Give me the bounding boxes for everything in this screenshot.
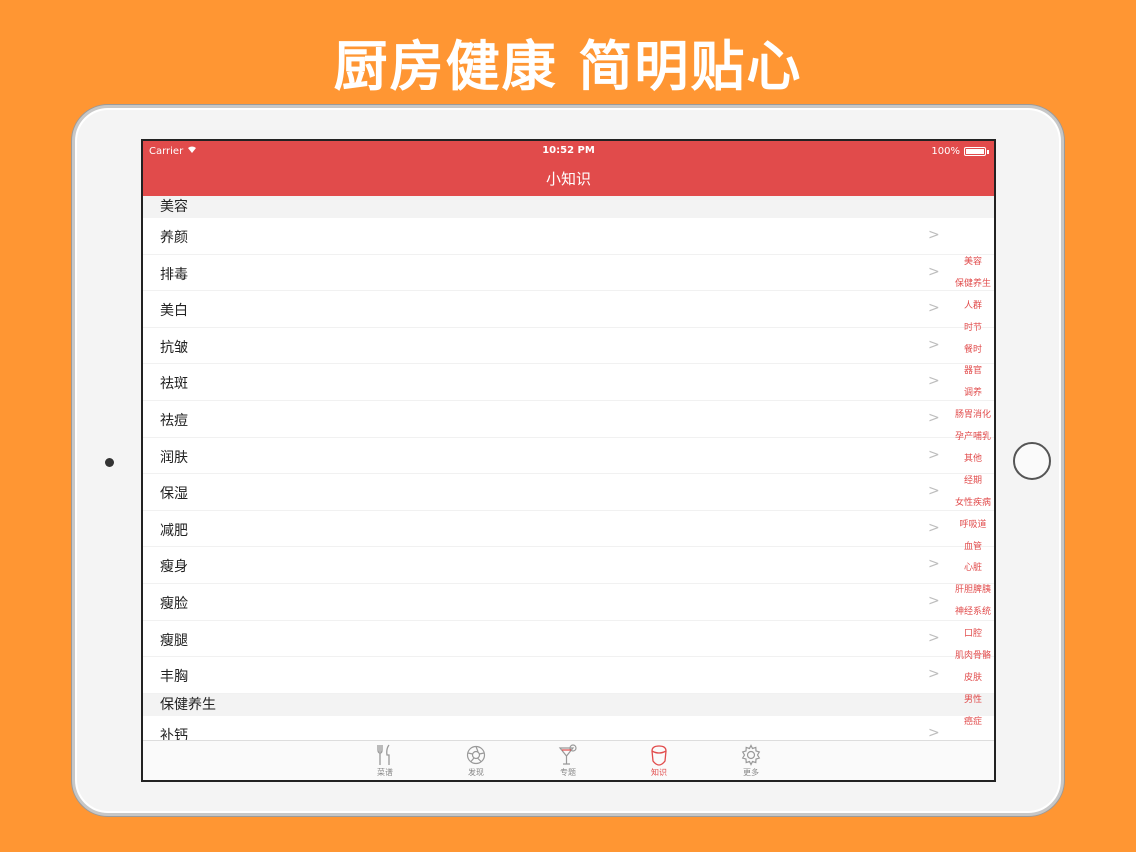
battery-percent: 100% <box>931 146 960 157</box>
chevron-right-icon: > <box>928 556 940 573</box>
index-item[interactable]: 血管 <box>951 537 994 559</box>
chevron-right-icon: > <box>928 592 940 609</box>
list-item-label: 补钙 <box>160 727 188 740</box>
list-item[interactable]: 祛斑 > <box>143 364 994 401</box>
tab-label: 更多 <box>743 768 759 777</box>
list-item-label: 瘦脸 <box>160 595 188 612</box>
fork-knife-icon <box>355 743 415 767</box>
battery-tip <box>987 150 989 154</box>
tab-label: 菜谱 <box>377 768 393 777</box>
chevron-right-icon: > <box>928 409 940 426</box>
list-item[interactable]: 美白 > <box>143 291 994 328</box>
index-item[interactable]: 心脏 <box>951 558 994 580</box>
index-item[interactable]: 呼吸道 <box>951 515 994 537</box>
index-item[interactable]: 女性疾病 <box>951 493 994 515</box>
chevron-right-icon: > <box>928 519 940 536</box>
list-item[interactable]: 瘦脸 > <box>143 584 994 621</box>
index-item[interactable]: 孕产哺乳 <box>951 427 994 449</box>
chevron-right-icon: > <box>928 373 940 390</box>
list-item-label: 祛痘 <box>160 412 188 429</box>
list-item[interactable]: 养颜 > <box>143 218 994 255</box>
chevron-right-icon: > <box>928 300 940 317</box>
list-item-label: 瘦身 <box>160 559 188 576</box>
index-item[interactable]: 经期 <box>951 471 994 493</box>
list-item[interactable]: 补钙 > <box>143 716 994 740</box>
tab-bar: 菜谱 发现 专题 知识 更多 <box>143 740 994 780</box>
app-screen: Carrier 10:52 PM 100% 小知识 美容 养颜 > 排毒 > 美白 >… <box>141 139 996 782</box>
index-item[interactable]: 肠胃消化 <box>951 405 994 427</box>
list-item-label: 抗皱 <box>160 339 188 356</box>
list-item-label: 瘦腿 <box>160 632 188 649</box>
list-item[interactable]: 保湿 > <box>143 474 994 511</box>
cocktail-icon <box>538 743 598 767</box>
index-item[interactable]: 肝胆脾胰 <box>951 580 994 602</box>
chevron-right-icon: > <box>928 724 940 740</box>
index-item[interactable]: 餐时 <box>951 340 994 362</box>
knowledge-list[interactable]: 美容 养颜 > 排毒 > 美白 > 抗皱 > 祛斑 > 祛痘 > 润肤 > 保湿 > 减肥 > 瘦… <box>143 196 994 740</box>
battery-icon <box>964 147 986 156</box>
chevron-right-icon: > <box>928 263 940 280</box>
index-item[interactable]: 肌肉骨骼 <box>951 646 994 668</box>
list-item-label: 排毒 <box>160 266 188 283</box>
tab-label: 发现 <box>468 768 484 777</box>
home-button[interactable] <box>1013 442 1051 480</box>
tab-topics[interactable]: 专题 <box>538 743 598 778</box>
tab-label: 专题 <box>560 768 576 777</box>
list-item[interactable]: 瘦腿 > <box>143 621 994 658</box>
tab-knowledge[interactable]: 知识 <box>629 743 689 778</box>
index-item[interactable]: 调养 <box>951 383 994 405</box>
chevron-right-icon: > <box>928 227 940 243</box>
index-item[interactable]: 器官 <box>951 361 994 383</box>
tab-more[interactable]: 更多 <box>721 743 781 778</box>
index-item[interactable]: 其他 <box>951 449 994 471</box>
aperture-icon <box>446 743 506 767</box>
list-item-label: 养颜 <box>160 230 188 246</box>
section-index-bar[interactable]: 美容 保健养生 人群 时节 餐时 器官 调养 肠胃消化 孕产哺乳 其他 经期 女… <box>951 252 994 734</box>
list-item-label: 减肥 <box>160 522 188 539</box>
chevron-right-icon: > <box>928 483 940 500</box>
index-item[interactable]: 癌症 <box>951 712 994 734</box>
tab-recipes[interactable]: 菜谱 <box>355 743 415 778</box>
index-item[interactable]: 人群 <box>951 296 994 318</box>
promo-headline: 厨房健康 简明贴心 <box>333 35 803 98</box>
list-item[interactable]: 排毒 > <box>143 255 994 292</box>
navigation-bar: Carrier 10:52 PM 100% 小知识 <box>143 141 994 196</box>
list-item-label: 润肤 <box>160 449 188 466</box>
list-item[interactable]: 瘦身 > <box>143 547 994 584</box>
list-item-label: 保湿 <box>160 486 188 503</box>
list-item[interactable]: 减肥 > <box>143 511 994 548</box>
index-item[interactable]: 保健养生 <box>951 274 994 296</box>
section-header: 美容 <box>143 196 994 218</box>
index-item[interactable]: 男性 <box>951 690 994 712</box>
camera-icon <box>105 458 114 467</box>
index-item[interactable]: 口腔 <box>951 624 994 646</box>
index-item[interactable]: 时节 <box>951 318 994 340</box>
list-item-label: 丰胸 <box>160 669 188 686</box>
list-item-label: 祛斑 <box>160 376 188 393</box>
index-item[interactable]: 皮肤 <box>951 668 994 690</box>
chevron-right-icon: > <box>928 629 940 646</box>
chevron-right-icon: > <box>928 666 940 683</box>
index-item[interactable]: 美容 <box>951 252 994 274</box>
page-title: 小知识 <box>545 170 591 188</box>
tab-discover[interactable]: 发现 <box>446 743 506 778</box>
section-header: 保健养生 <box>143 693 994 716</box>
index-item[interactable]: 神经系统 <box>951 602 994 624</box>
chevron-right-icon: > <box>928 446 940 463</box>
list-item-label: 美白 <box>160 303 188 320</box>
list-item[interactable]: 祛痘 > <box>143 401 994 438</box>
list-item[interactable]: 润肤 > <box>143 438 994 475</box>
list-item[interactable]: 丰胸 > <box>143 657 994 694</box>
status-bar: Carrier 10:52 PM 100% <box>143 141 994 161</box>
tab-label: 知识 <box>651 768 667 777</box>
chef-icon <box>629 743 689 767</box>
list-item[interactable]: 抗皱 > <box>143 328 994 365</box>
chevron-right-icon: > <box>928 336 940 353</box>
gear-icon <box>721 743 781 767</box>
status-time: 10:52 PM <box>542 145 595 156</box>
